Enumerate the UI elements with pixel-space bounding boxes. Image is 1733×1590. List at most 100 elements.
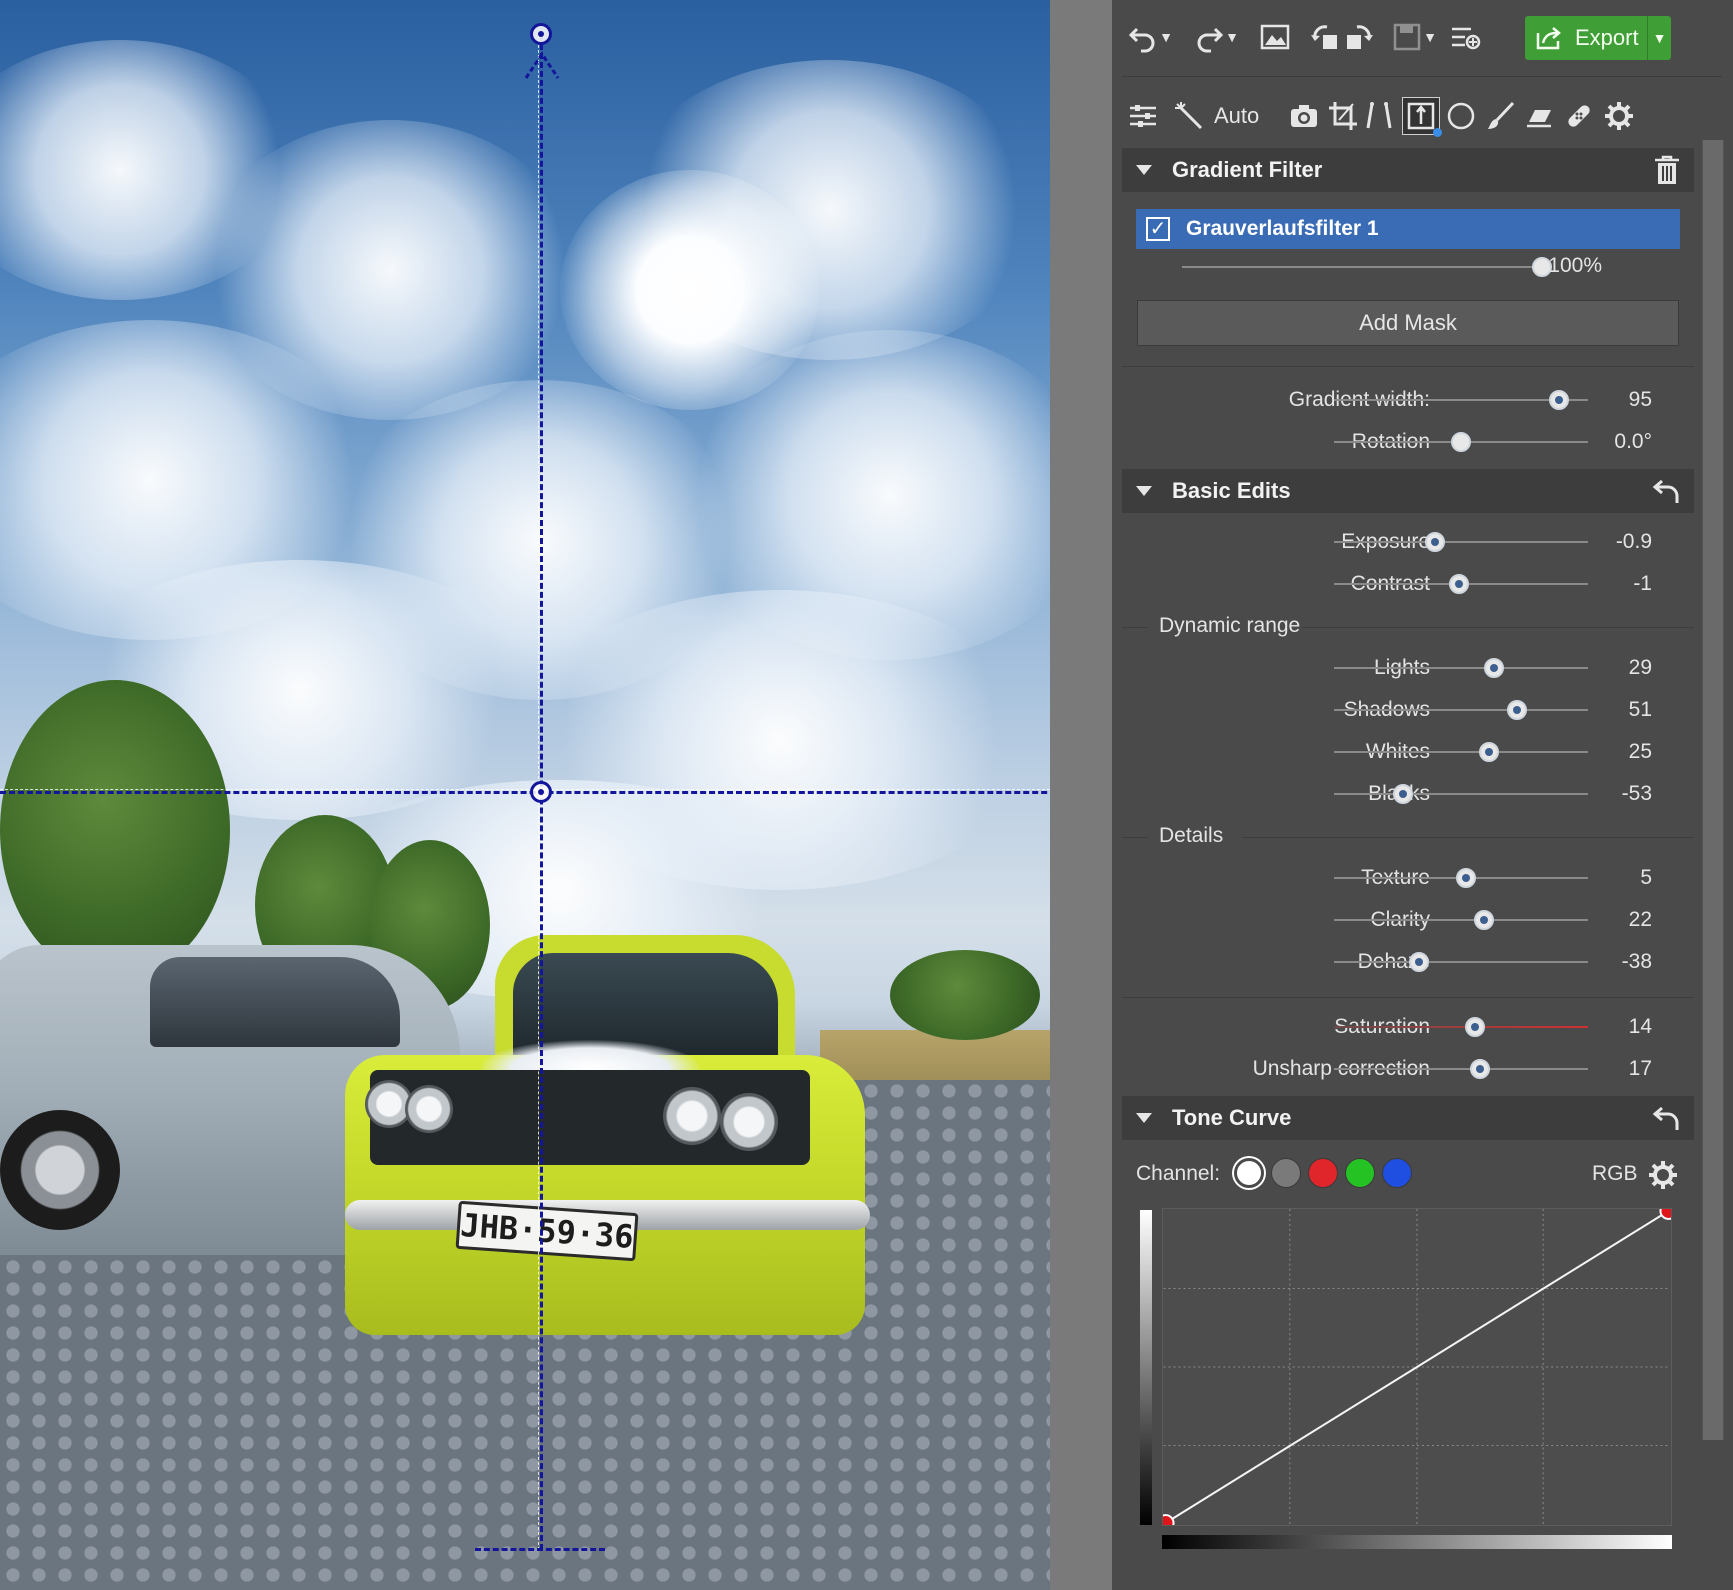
channel-swatch[interactable]: [1345, 1158, 1375, 1188]
filter-opacity-value: 100%: [1548, 254, 1602, 277]
wheel: [0, 1110, 120, 1230]
divider: [1122, 997, 1694, 998]
active-indicator: [1433, 128, 1442, 137]
clarity-value: 22: [1628, 908, 1652, 931]
save-options-icon[interactable]: ▼: [1420, 20, 1440, 54]
channel-swatch[interactable]: [1382, 1158, 1412, 1188]
filter-list-item[interactable]: ✓ Grauverlaufsfilter 1: [1136, 209, 1680, 249]
tree: [0, 680, 230, 980]
export-icon: [1536, 27, 1561, 50]
reset-icon[interactable]: [1652, 475, 1682, 507]
unsharp-correction-slider[interactable]: [1334, 1058, 1588, 1080]
gradient-center-handle[interactable]: [530, 781, 552, 803]
basic-adjustments-icon[interactable]: [1126, 99, 1160, 133]
gradient-filter-header[interactable]: Gradient Filter: [1122, 148, 1694, 192]
filter-name: Grauverlaufsfilter 1: [1186, 217, 1379, 240]
settings-gear-icon[interactable]: [1602, 99, 1636, 133]
gradient-center-line[interactable]: [0, 791, 1050, 794]
auto-enhance-icon[interactable]: [1172, 99, 1206, 133]
rotate-right-icon[interactable]: [1342, 20, 1376, 54]
whites-value: 25: [1628, 740, 1652, 763]
add-mask-button[interactable]: Add Mask: [1137, 300, 1679, 346]
collapse-triangle-icon[interactable]: [1136, 486, 1152, 496]
headlight: [405, 1085, 453, 1133]
channel-swatch[interactable]: [1308, 1158, 1338, 1188]
texture-slider[interactable]: [1334, 867, 1588, 889]
channel-label: Channel:: [1136, 1162, 1221, 1185]
radial-filter-icon[interactable]: [1444, 99, 1478, 133]
contrast-value: -1: [1633, 572, 1652, 595]
reset-icon[interactable]: [1652, 1102, 1682, 1134]
compare-icon[interactable]: [1258, 20, 1292, 54]
tone-curve-header[interactable]: Tone Curve: [1122, 1096, 1694, 1140]
shadows-slider[interactable]: [1334, 699, 1588, 721]
basic-edits-header[interactable]: Basic Edits: [1122, 469, 1694, 513]
channel-swatch[interactable]: [1234, 1158, 1264, 1188]
undo-history-icon[interactable]: ▼: [1156, 20, 1176, 54]
sun: [560, 170, 820, 410]
rotate-left-icon[interactable]: [1308, 20, 1342, 54]
saturation-slider[interactable]: [1334, 1016, 1588, 1038]
auto-button[interactable]: Auto: [1214, 94, 1259, 138]
headlight: [720, 1093, 778, 1151]
section-title: Gradient Filter: [1172, 157, 1323, 182]
save-icon[interactable]: [1390, 20, 1424, 54]
redo-history-icon[interactable]: ▼: [1222, 20, 1242, 54]
section-title: Basic Edits: [1172, 478, 1291, 503]
presets-icon[interactable]: [1448, 20, 1482, 54]
curve-point-white[interactable]: [1659, 1208, 1672, 1220]
gradient-width-value: 95: [1628, 388, 1652, 411]
filter-enabled-checkbox[interactable]: ✓: [1146, 217, 1170, 241]
curve-settings-gear-icon[interactable]: [1646, 1158, 1680, 1192]
filter-opacity-slider[interactable]: [1182, 256, 1552, 278]
contrast-slider[interactable]: [1334, 573, 1588, 595]
collapse-triangle-icon[interactable]: [1136, 1113, 1152, 1123]
panel-scrollbar[interactable]: [1702, 140, 1724, 1440]
collapse-triangle-icon[interactable]: [1136, 165, 1152, 175]
brush-icon[interactable]: [1484, 99, 1518, 133]
curve-mode-label[interactable]: RGB: [1592, 1162, 1638, 1186]
dehaze-slider[interactable]: [1334, 951, 1588, 973]
redo-icon[interactable]: [1192, 20, 1226, 54]
healing-icon[interactable]: [1562, 99, 1596, 133]
perspective-icon[interactable]: [1362, 99, 1396, 133]
undo-icon[interactable]: [1126, 20, 1160, 54]
exposure-slider[interactable]: [1334, 531, 1588, 553]
photo-canvas[interactable]: JHB·59·36: [0, 0, 1050, 1590]
unsharp-correction-value: 17: [1628, 1057, 1652, 1080]
gradient-end-line[interactable]: [475, 1548, 605, 1551]
section-title: Tone Curve: [1172, 1105, 1292, 1130]
dehaze-value: -38: [1621, 950, 1652, 973]
toolbar-divider: [1122, 76, 1722, 77]
whites-slider[interactable]: [1334, 741, 1588, 763]
export-options-icon[interactable]: ▼: [1647, 16, 1671, 60]
blacks-slider[interactable]: [1334, 783, 1588, 805]
headlight: [663, 1087, 721, 1145]
divider: [1242, 837, 1694, 838]
clarity-slider[interactable]: [1334, 909, 1588, 931]
rotation-slider[interactable]: [1334, 431, 1588, 453]
output-gradient-bar: [1140, 1210, 1152, 1525]
saturation-value: 14: [1628, 1015, 1652, 1038]
gradient-rotate-handle[interactable]: [530, 23, 552, 45]
channel-swatch[interactable]: [1271, 1158, 1301, 1188]
lights-value: 29: [1628, 656, 1652, 679]
lights-slider[interactable]: [1334, 657, 1588, 679]
gradient-filter-tool-icon[interactable]: [1402, 97, 1442, 137]
green-car: JHB·59·36: [345, 935, 905, 1355]
eraser-icon[interactable]: [1522, 99, 1556, 133]
shadows-value: 51: [1628, 698, 1652, 721]
curve-point-black[interactable]: [1162, 1514, 1175, 1526]
camera-icon[interactable]: [1287, 99, 1321, 133]
dynamic-range-title: Dynamic range: [1159, 614, 1301, 637]
gradient-center-shadow: [0, 789, 1050, 790]
tone-curve-graph[interactable]: [1162, 1208, 1672, 1526]
export-button[interactable]: Export ▼: [1525, 16, 1671, 60]
crop-icon[interactable]: [1326, 99, 1360, 133]
rotation-value: 0.0°: [1614, 430, 1652, 453]
exposure-value: -0.9: [1615, 530, 1652, 553]
trash-icon[interactable]: [1652, 154, 1682, 186]
curve-line[interactable]: [1165, 1210, 1669, 1524]
gradient-width-slider[interactable]: [1334, 389, 1588, 411]
scrollbar-thumb[interactable]: [1703, 140, 1723, 1440]
